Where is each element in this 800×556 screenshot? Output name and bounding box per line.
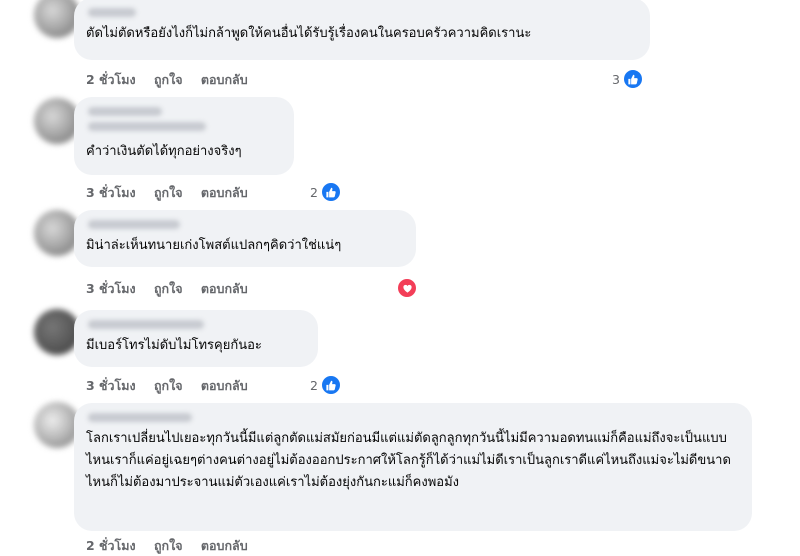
comment-time[interactable]: 3 ชั่วโมง: [86, 281, 136, 296]
commenter-name[interactable]: [88, 107, 162, 116]
comment-time[interactable]: 2 ชั่วโมง: [86, 72, 136, 87]
comment-text: ตัดไม่ตัดหรือยังไงก็ไม่กล้าพูดให้คนอื่นไ…: [86, 26, 532, 41]
reaction-count[interactable]: 2: [310, 181, 342, 203]
reply-button[interactable]: ตอบกลับ: [201, 281, 248, 296]
commenter-name[interactable]: [88, 320, 204, 329]
reaction-count[interactable]: 2: [310, 374, 342, 396]
comment-text: มีเบอร์โทรไม่ดับไม่โทรคุยกันอะ: [86, 338, 262, 353]
comment-text: คำว่าเงินตัดได้ทุกอย่างจริงๆ: [86, 144, 242, 159]
comment-actions: 2 ชั่วโมง ถูกใจ ตอบกลับ: [86, 536, 262, 556]
comment-bubble: มีเบอร์โทรไม่ดับไม่โทรคุยกันอะ: [74, 310, 318, 367]
comment-bubble: มิน่าล่ะเห็นทนายเก่งโพสต์แปลกๆคิดว่าใช่แ…: [74, 210, 416, 267]
comment-bubble: คำว่าเงินตัดได้ทุกอย่างจริงๆ: [74, 97, 294, 175]
commenter-subtitle: [88, 122, 206, 131]
reaction-number: 2: [310, 184, 318, 200]
reply-button[interactable]: ตอบกลับ: [201, 185, 248, 200]
commenter-name[interactable]: [88, 8, 136, 17]
reaction-count[interactable]: [396, 277, 418, 299]
like-icon: [319, 181, 342, 203]
comment-bubble: โลกเราเปลี่ยนไปเยอะทุกวันนี้มีแต่ลูกตัดแ…: [74, 403, 752, 531]
comment-actions: 3 ชั่วโมง ถูกใจ ตอบกลับ: [86, 279, 262, 299]
comment-actions: 3 ชั่วโมง ถูกใจ ตอบกลับ: [86, 376, 262, 396]
comment-bubble: ตัดไม่ตัดหรือยังไงก็ไม่กล้าพูดให้คนอื่นไ…: [74, 0, 650, 60]
commenter-name[interactable]: [88, 220, 180, 229]
comment-actions: 2 ชั่วโมง ถูกใจ ตอบกลับ: [86, 70, 262, 90]
commenter-name[interactable]: [88, 413, 192, 422]
comment-time[interactable]: 3 ชั่วโมง: [86, 185, 136, 200]
like-icon: [319, 374, 342, 396]
comment-actions: 3 ชั่วโมง ถูกใจ ตอบกลับ: [86, 183, 262, 203]
like-button[interactable]: ถูกใจ: [154, 281, 183, 296]
like-button[interactable]: ถูกใจ: [154, 185, 183, 200]
comment-text: โลกเราเปลี่ยนไปเยอะทุกวันนี้มีแต่ลูกตัดแ…: [86, 431, 731, 490]
comment-text: มิน่าล่ะเห็นทนายเก่งโพสต์แปลกๆคิดว่าใช่แ…: [86, 238, 342, 253]
reply-button[interactable]: ตอบกลับ: [201, 72, 248, 87]
heart-icon: [396, 277, 418, 299]
like-button[interactable]: ถูกใจ: [154, 72, 183, 87]
reaction-number: 2: [310, 377, 318, 393]
reaction-number: 3: [612, 71, 620, 87]
comment-time[interactable]: 3 ชั่วโมง: [86, 378, 136, 393]
reaction-count[interactable]: 3: [612, 68, 644, 90]
reply-button[interactable]: ตอบกลับ: [201, 378, 248, 393]
like-icon: [621, 68, 644, 90]
like-button[interactable]: ถูกใจ: [154, 378, 183, 393]
